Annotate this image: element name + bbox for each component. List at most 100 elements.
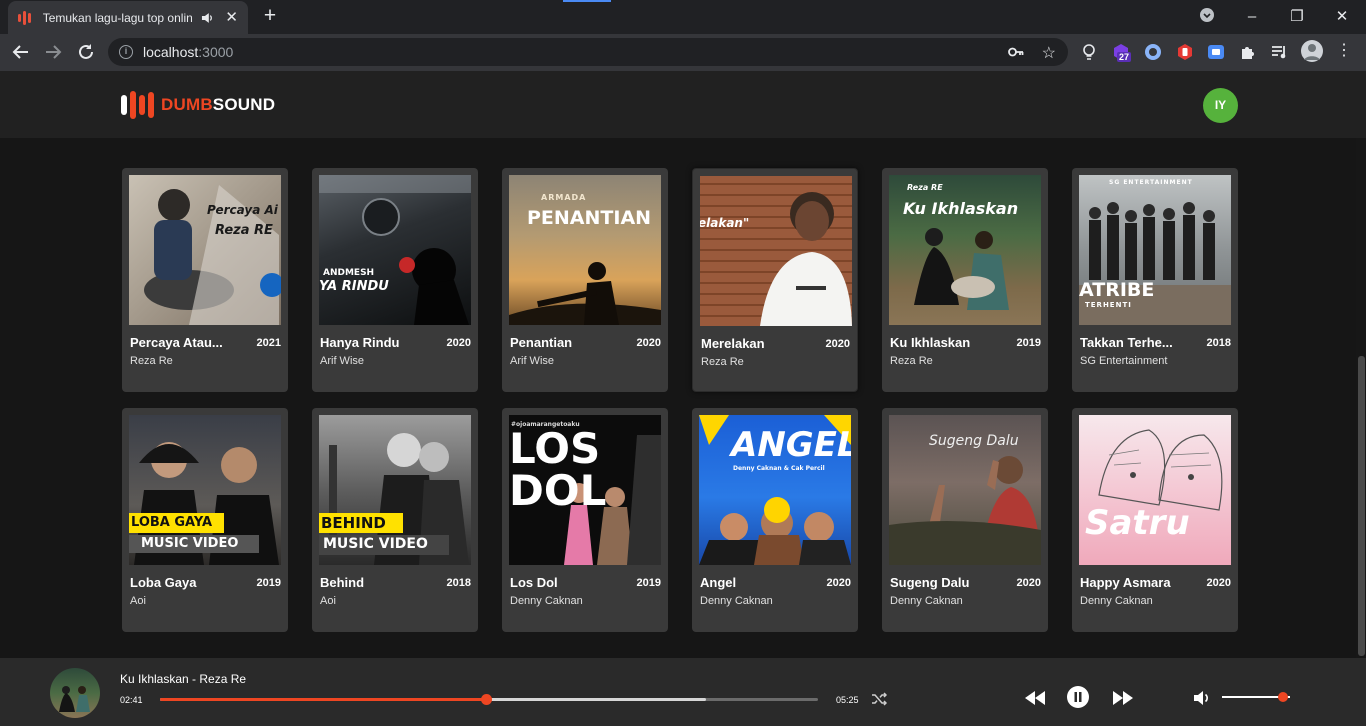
song-year: 2020 xyxy=(825,338,850,350)
forward-icon[interactable] xyxy=(43,42,63,62)
progress-knob[interactable] xyxy=(480,694,492,705)
media-queue-icon[interactable] xyxy=(1271,43,1289,61)
song-cover: elakan" xyxy=(700,176,852,326)
site-info-icon[interactable]: i xyxy=(119,45,133,59)
song-title: Los Dol xyxy=(510,575,558,590)
browser-toolbar: i localhost:3000 ☆ 27 ⋮ xyxy=(0,34,1366,71)
played-bar xyxy=(160,698,486,701)
restore-icon[interactable]: ❐ xyxy=(1287,7,1307,27)
song-grid: Percaya Ai Reza RE Percaya Atau... 2021 … xyxy=(0,138,1356,658)
song-cover: Percaya Ai Reza RE xyxy=(129,175,281,325)
app-favicon-icon xyxy=(18,10,34,26)
song-card[interactable]: ANGEL Denny Caknan & Cak Percil Angel 20… xyxy=(692,408,858,632)
song-cover: BEHIND MUSIC VIDEO xyxy=(319,415,471,565)
song-title: Penantian xyxy=(510,335,573,350)
browser-tab[interactable]: Temukan lagu-lagu top online ✕ xyxy=(8,1,248,34)
minimize-icon[interactable]: – xyxy=(1242,7,1262,27)
song-year: 2019 xyxy=(256,577,281,589)
extension-badge-icon[interactable]: 27 xyxy=(1112,43,1132,62)
song-card[interactable]: Sugeng Dalu Sugeng Dalu 2020 Denny Cakna… xyxy=(882,408,1048,632)
song-year: 2021 xyxy=(256,337,281,349)
lightbulb-extension-icon[interactable] xyxy=(1080,43,1098,61)
volume-icon[interactable] xyxy=(1192,688,1212,708)
tab-audio-playing-icon[interactable] xyxy=(200,11,214,25)
song-title: Angel xyxy=(700,575,737,590)
song-artist: Denny Caknan xyxy=(700,595,773,607)
song-year: 2020 xyxy=(1016,577,1041,589)
volume-knob[interactable] xyxy=(1278,692,1289,702)
song-artist: Arif Wise xyxy=(510,355,554,367)
song-title: Hanya Rindu xyxy=(320,335,400,350)
screen-extension-icon[interactable] xyxy=(1207,43,1225,61)
song-cover: ANGEL Denny Caknan & Cak Percil xyxy=(699,415,851,565)
song-cover: Sugeng Dalu xyxy=(889,415,1041,565)
song-artist: Reza Re xyxy=(130,355,173,367)
song-title: Merelakan xyxy=(701,336,765,351)
song-artist: Reza Re xyxy=(890,355,933,367)
song-card[interactable]: BEHIND MUSIC VIDEO Behind 2018 Aoi xyxy=(312,408,478,632)
browser-tabstrip: Temukan lagu-lagu top online ✕ + – ❐ ✕ xyxy=(0,0,1366,34)
song-card[interactable]: SG ENTERTAINMENT ATRIBE TERHENTI Takkan … xyxy=(1072,168,1238,392)
user-avatar[interactable]: IY xyxy=(1203,88,1238,123)
song-cover: #ojoamarangetoaku LOS DOL xyxy=(509,415,661,565)
pause-button[interactable] xyxy=(1067,686,1089,708)
song-year: 2020 xyxy=(446,337,471,349)
circle-extension-icon[interactable] xyxy=(1144,43,1162,61)
song-artist: Arif Wise xyxy=(320,355,364,367)
song-card[interactable]: Satru Happy Asmara 2020 Denny Caknan xyxy=(1072,408,1238,632)
window-close-icon[interactable]: ✕ xyxy=(1332,7,1352,27)
duration: 05:25 xyxy=(836,695,859,705)
bookmark-star-icon[interactable]: ☆ xyxy=(1042,43,1056,63)
current-time: 02:41 xyxy=(120,695,143,705)
song-artist: Denny Caknan xyxy=(510,595,583,607)
song-card[interactable]: Reza RE Ku Ikhlaskan Ku Ikhlaskan 2019 R… xyxy=(882,168,1048,392)
song-title: Ku Ikhlaskan xyxy=(890,335,971,350)
logo-text: DUMBSOUND xyxy=(161,95,276,114)
song-cover: LOBA GAYA MUSIC VIDEO xyxy=(129,415,281,565)
song-artist: Denny Caknan xyxy=(1080,595,1153,607)
song-year: 2020 xyxy=(1206,577,1231,589)
puzzle-extensions-icon[interactable] xyxy=(1239,43,1257,61)
song-cover: SG ENTERTAINMENT ATRIBE TERHENTI xyxy=(1079,175,1231,325)
shuffle-icon[interactable] xyxy=(870,690,888,708)
now-playing-title: Ku Ikhlaskan - Reza Re xyxy=(120,672,247,686)
song-year: 2020 xyxy=(826,577,851,589)
song-card[interactable]: elakan" Merelakan 2020 Reza Re xyxy=(692,168,858,392)
address-bar[interactable]: i localhost:3000 ☆ xyxy=(108,38,1068,66)
tab-title: Temukan lagu-lagu top online xyxy=(42,10,192,25)
song-card[interactable]: ANDMESH YA RINDU Hanya Rindu 2020 Arif W… xyxy=(312,168,478,392)
tab-search-icon[interactable] xyxy=(1197,7,1217,27)
app-logo[interactable]: DUMBSOUND xyxy=(121,91,275,119)
reload-icon[interactable] xyxy=(76,42,96,62)
song-cover: ANDMESH YA RINDU xyxy=(319,175,471,325)
next-icon[interactable] xyxy=(1112,688,1134,708)
tab-indicator xyxy=(563,0,611,2)
song-card[interactable]: #ojoamarangetoaku LOS DOL Los Dol 2019 D… xyxy=(502,408,668,632)
song-title: Percaya Atau... xyxy=(130,335,223,350)
previous-icon[interactable] xyxy=(1024,688,1046,708)
song-card[interactable]: Percaya Ai Reza RE Percaya Atau... 2021 … xyxy=(122,168,288,392)
profile-avatar-icon[interactable] xyxy=(1301,40,1323,62)
song-card[interactable]: ARMADA PENANTIAN Penantian 2020 Arif Wis… xyxy=(502,168,668,392)
song-cover: Reza RE Ku Ikhlaskan xyxy=(889,175,1041,325)
progress-bar[interactable] xyxy=(160,694,818,705)
song-year: 2018 xyxy=(1206,337,1231,349)
browser-menu-icon[interactable]: ⋮ xyxy=(1335,42,1353,60)
password-key-icon[interactable] xyxy=(1008,45,1024,59)
new-tab-button[interactable]: + xyxy=(260,5,280,26)
back-icon[interactable] xyxy=(11,42,31,62)
extension-badge-count: 27 xyxy=(1117,52,1132,62)
song-title: Happy Asmara xyxy=(1080,575,1171,590)
song-year: 2019 xyxy=(636,577,661,589)
song-title: Behind xyxy=(320,575,365,590)
song-artist: Denny Caknan xyxy=(890,595,963,607)
song-card[interactable]: LOBA GAYA MUSIC VIDEO Loba Gaya 2019 Aoi xyxy=(122,408,288,632)
tab-close-icon[interactable]: ✕ xyxy=(225,10,238,25)
hand-stop-extension-icon[interactable] xyxy=(1176,43,1194,61)
song-artist: Aoi xyxy=(320,595,336,607)
song-title: Takkan Terhe... xyxy=(1080,335,1173,350)
music-player: Ku Ikhlaskan - Reza Re 02:41 05:25 xyxy=(0,658,1366,726)
scrollbar-thumb[interactable] xyxy=(1358,356,1365,656)
song-year: 2019 xyxy=(1016,337,1041,349)
song-year: 2018 xyxy=(446,577,471,589)
